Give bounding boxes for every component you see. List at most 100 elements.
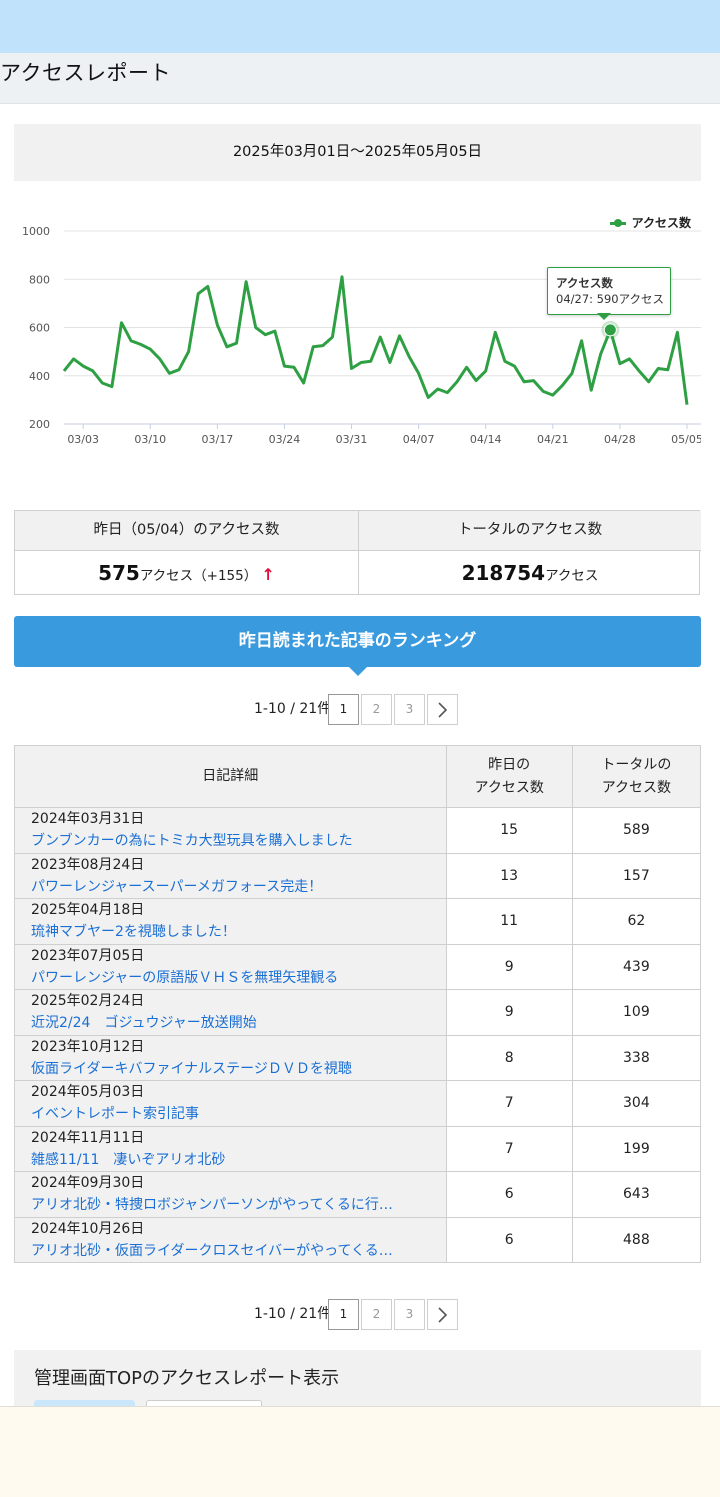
ranking-title: 昨日読まれた記事のランキング: [14, 616, 701, 667]
chevron-right-icon: [438, 702, 448, 718]
chart-legend[interactable]: アクセス数: [609, 214, 691, 231]
access-stats: 昨日（05/04）のアクセス数 トータルのアクセス数 575アクセス（+155）…: [14, 510, 701, 595]
legend-swatch-icon: [609, 218, 626, 227]
row-yesterday-count: 13: [445, 852, 573, 899]
x-tick-label: 04/14: [470, 433, 502, 446]
page-button-1[interactable]: 1: [328, 694, 359, 725]
page-title: アクセスレポート: [0, 61, 171, 85]
row-yesterday-count: 11: [445, 898, 573, 945]
total-value: 218754アクセス: [359, 551, 701, 595]
row-date: 2024年03月31日: [31, 811, 145, 828]
page-button-2[interactable]: 2: [361, 1299, 392, 1330]
x-tick-label: 03/03: [67, 433, 99, 446]
row-detail: 2024年10月26日アリオ北砂・仮面ライダークロスセイバーがやってくる…: [14, 1216, 447, 1263]
chart-tooltip: アクセス数 04/27: 590アクセス: [547, 267, 671, 315]
row-article-link[interactable]: 近況2/24 ゴジュウジャー放送開始: [31, 1012, 421, 1034]
row-detail: 2023年08月24日パワーレンジャースーパーメガフォース完走！: [14, 852, 447, 899]
page-button-3[interactable]: 3: [394, 1299, 425, 1330]
column-header-yesterday: 昨日の アクセス数: [445, 745, 573, 808]
row-yesterday-count: 8: [445, 1034, 573, 1081]
total-unit: アクセス: [545, 568, 599, 584]
row-article-link[interactable]: ブンブンカーの為にトミカ大型玩具を購入しました: [31, 830, 421, 852]
x-tick-label: 03/31: [336, 433, 368, 446]
management-title: 管理画面TOPのアクセスレポート表示: [34, 1368, 340, 1389]
tooltip-title: アクセス数: [556, 276, 613, 290]
ranking-title-arrow-icon: [349, 667, 367, 676]
row-total-count: 304: [571, 1080, 702, 1127]
access-line-chart: 200 400 600 800 1000 03/03 03/10 03/17 03/24 03/3…: [22, 225, 701, 446]
row-article-link[interactable]: アリオ北砂・特捜ロボジャンパーソンがやってくるに行…: [31, 1194, 421, 1216]
page-button-3[interactable]: 3: [394, 694, 425, 725]
yesterday-unit: アクセス（+155）: [139, 568, 258, 584]
row-date: 2023年08月24日: [31, 856, 145, 873]
row-date: 2023年07月05日: [31, 947, 145, 964]
row-article-link[interactable]: イベントレポート索引記事: [31, 1103, 421, 1125]
table-row: 2025年02月24日 近況2/24 ゴジュウジャー放送開始 9 109: [14, 989, 702, 1036]
y-tick-label: 600: [29, 322, 50, 335]
page-button-2[interactable]: 2: [361, 694, 392, 725]
row-total-count: 109: [571, 989, 702, 1036]
management-section: 管理画面TOPのアクセスレポート表示: [14, 1350, 701, 1410]
pagination-info: 1-10 / 21件: [254, 701, 332, 717]
row-article-link[interactable]: 雑感11/11 凄いぞアリオ北砂: [31, 1149, 421, 1171]
row-article-link[interactable]: アリオ北砂・仮面ライダークロスセイバーがやってくる…: [31, 1240, 421, 1262]
pagination-info: 1-10 / 21件: [254, 1306, 332, 1322]
y-tick-label: 200: [29, 418, 50, 431]
table-row: 2024年10月26日 アリオ北砂・仮面ライダークロスセイバーがやってくる… 6 48…: [14, 1216, 702, 1263]
row-article-link[interactable]: パワーレンジャーの原語版ＶＨＳを無理矢理観る: [31, 967, 421, 989]
row-date: 2025年04月18日: [31, 902, 145, 919]
y-tick-label: 1000: [22, 225, 50, 238]
row-date: 2024年09月30日: [31, 1175, 145, 1192]
row-date: 2024年10月26日: [31, 1220, 145, 1237]
yesterday-count: 575: [98, 561, 140, 585]
row-article-link[interactable]: 仮面ライダーキバファイナルステージＤＶＤを視聴: [31, 1058, 421, 1080]
page-title-bar: アクセスレポート: [0, 53, 720, 104]
row-date: 2024年05月03日: [31, 1084, 145, 1101]
table-row: 2024年11月11日 雑感11/11 凄いぞアリオ北砂 7 199: [14, 1125, 702, 1172]
tooltip-text: 04/27: 590アクセス: [556, 292, 665, 306]
table-row: 2024年03月31日 ブンブンカーの為にトミカ大型玩具を購入しました 15 589: [14, 807, 702, 854]
tooltip-arrow-icon: [597, 313, 611, 320]
row-detail: 2023年07月05日パワーレンジャーの原語版ＶＨＳを無理矢理観る: [14, 943, 447, 990]
row-yesterday-count: 7: [445, 1080, 573, 1127]
row-yesterday-count: 9: [445, 943, 573, 990]
row-yesterday-count: 15: [445, 807, 573, 854]
highlight-point: [603, 323, 617, 337]
row-detail: 2025年04月18日琉神マブヤー2を視聴しました！: [14, 898, 447, 945]
row-detail: 2025年02月24日 近況2/24 ゴジュウジャー放送開始: [14, 989, 447, 1036]
bottom-bar: [0, 1406, 720, 1497]
column-header-detail: 日記詳細: [14, 745, 447, 808]
x-tick-label: 03/17: [202, 433, 234, 446]
access-chart: 200 400 600 800 1000 03/03 03/10 03/17 03/24 03/3…: [14, 200, 701, 460]
table-header-row: 日記詳細 昨日の アクセス数 トータルの アクセス数: [14, 745, 702, 808]
x-tick-label: 04/07: [403, 433, 435, 446]
row-detail: 2024年03月31日ブンブンカーの為にトミカ大型玩具を購入しました: [14, 807, 447, 854]
y-tick-label: 400: [29, 370, 50, 383]
row-yesterday-count: 6: [445, 1216, 573, 1263]
row-yesterday-count: 9: [445, 989, 573, 1036]
row-detail: 2023年10月12日 仮面ライダーキバファイナルステージＤＶＤを視聴: [14, 1034, 447, 1081]
date-range: 2025年03月01日〜2025年05月05日: [14, 124, 701, 181]
row-total-count: 62: [571, 898, 702, 945]
x-tick-label: 03/10: [134, 433, 166, 446]
row-article-link[interactable]: 琉神マブヤー2を視聴しました！: [31, 921, 421, 943]
table-row: 2023年07月05日 パワーレンジャーの原語版ＶＨＳを無理矢理観る 9 439: [14, 943, 702, 990]
row-yesterday-count: 7: [445, 1125, 573, 1172]
next-page-button[interactable]: [427, 1299, 458, 1330]
x-tick-label: 04/28: [604, 433, 636, 446]
table-row: 2023年08月24日 パワーレンジャースーパーメガフォース完走！ 13 157: [14, 852, 702, 899]
next-page-button[interactable]: [427, 694, 458, 725]
up-arrow-icon: ↑: [261, 565, 275, 584]
row-detail: 2024年11月11日 雑感11/11 凄いぞアリオ北砂: [14, 1125, 447, 1172]
row-total-count: 488: [571, 1216, 702, 1263]
y-tick-label: 800: [29, 273, 50, 286]
row-yesterday-count: 6: [445, 1171, 573, 1218]
top-header-bar: [0, 0, 720, 53]
page-button-1[interactable]: 1: [328, 1299, 359, 1330]
row-article-link[interactable]: パワーレンジャースーパーメガフォース完走！: [31, 876, 421, 898]
row-total-count: 439: [571, 943, 702, 990]
ranking-table: 日記詳細 昨日の アクセス数 トータルの アクセス数 2024年03月31日ブン…: [14, 745, 702, 1263]
yesterday-header: 昨日（05/04）のアクセス数: [15, 511, 358, 551]
row-detail: 2024年09月30日アリオ北砂・特捜ロボジャンパーソンがやってくるに行…: [14, 1171, 447, 1218]
legend-label: アクセス数: [631, 216, 691, 230]
